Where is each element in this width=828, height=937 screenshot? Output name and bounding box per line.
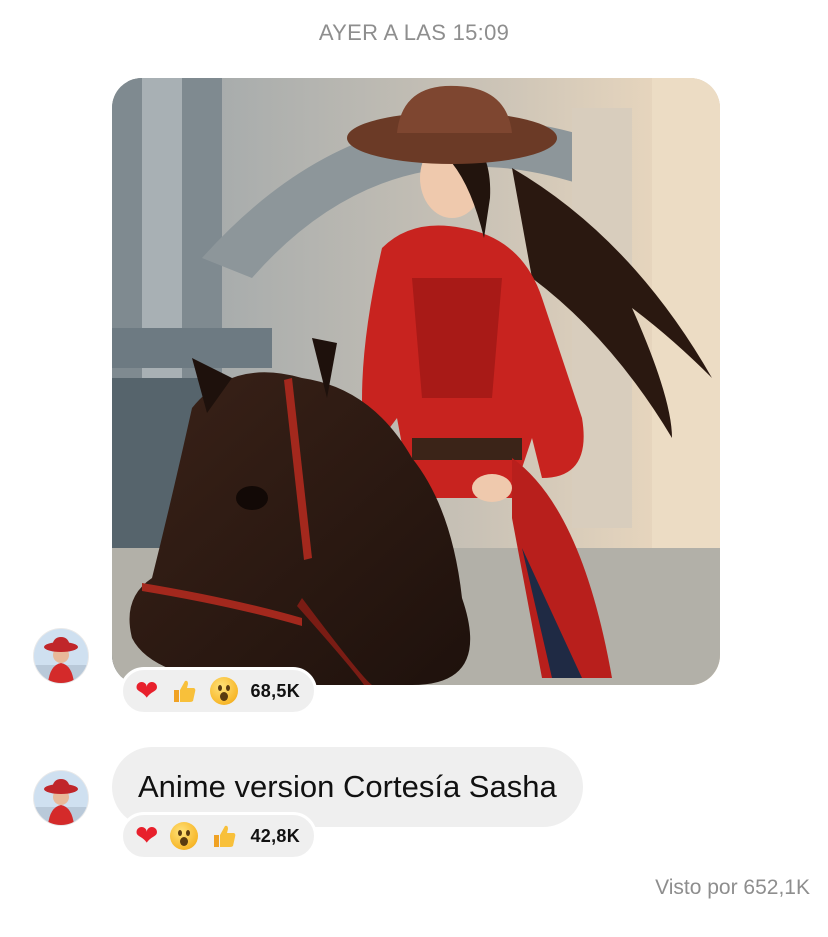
message-text: Anime version Cortesía Sasha (138, 769, 557, 804)
reactions-bar-photo[interactable]: ❤ 68,5K (120, 667, 318, 715)
avatar-image (34, 629, 88, 683)
seen-by-label[interactable]: Visto por 652,1K (655, 876, 810, 900)
surprised-face-icon (170, 822, 199, 850)
heart-icon: ❤ (135, 674, 159, 707)
heart-icon: ❤ (135, 819, 159, 852)
surprised-face-icon (210, 677, 239, 705)
sender-avatar[interactable] (34, 629, 88, 683)
reaction-count: 68,5K (250, 680, 301, 701)
cowgirl-on-horse-photo (112, 78, 720, 685)
sender-avatar[interactable] (34, 771, 88, 825)
thread-timestamp: AYER A LAS 15:09 (318, 20, 510, 45)
reaction-count: 42,8K (250, 825, 301, 846)
reactions-bar-text[interactable]: ❤ 42,8K (120, 812, 318, 860)
shared-photo[interactable] (112, 78, 720, 685)
thumbs-up-icon (170, 677, 198, 705)
avatar-image (34, 771, 88, 825)
thumbs-up-icon (210, 822, 238, 850)
